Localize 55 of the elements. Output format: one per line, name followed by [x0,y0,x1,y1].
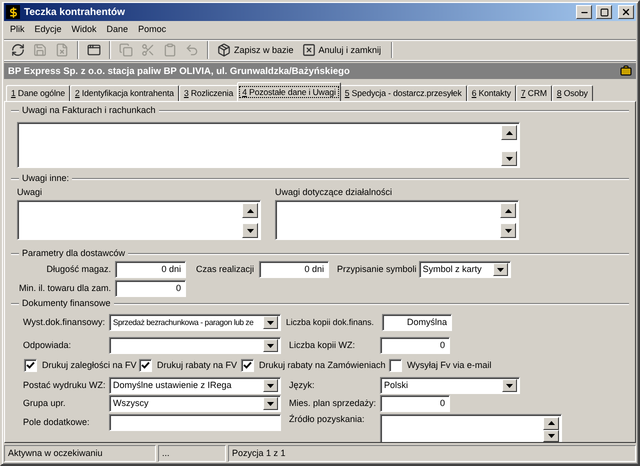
field-label: Uwagi [17,187,44,198]
input-field[interactable]: 0 dni [115,261,186,278]
checkbox-label: Drukuj rabaty na Zamówieniach [259,360,386,371]
dropdown[interactable]: Domyślne ustawienie z IRega [109,377,281,394]
input-field[interactable]: 0 [115,280,186,297]
field-label: Liczba kopii dok.finans. [286,317,375,328]
status-text: ... [158,445,226,462]
menu-item[interactable]: Widok [68,24,103,35]
group-title: Uwagi inne: [22,173,70,184]
field-label: Grupa upr. [23,398,67,409]
menu-item[interactable]: Dane [102,24,134,35]
tab[interactable]: 6 Kontakty [466,85,516,101]
window-title: Teczka kontrahentów [24,6,126,18]
status-text: Pozycja 1 z 1 [228,445,636,462]
field-label: Min. il. towaru dla zam. [18,283,111,294]
checkbox-label: Wysyłaj Fv via e-mail [407,360,492,371]
field-label: Długość magaz. [45,264,111,275]
field-label: Postać wydruku WZ: [23,380,107,391]
tab[interactable]: 7 CRM [516,85,552,101]
tab[interactable]: 1 Dane ogólne [6,85,70,101]
field-label: Pole dodatkowe: [23,417,91,428]
input-field[interactable]: 0 dni [259,261,330,278]
status-text: Aktywna w oczekiwaniu [4,445,156,462]
tab[interactable]: 5 Spedycja - dostarcz.przesyłek [340,85,467,101]
field-label: Przypisanie symboli [337,264,417,275]
field-label: Czas realizacji [196,264,254,275]
dropdown[interactable]: Wszyscy [109,395,281,412]
dropdown[interactable]: Sprzedaż bezrachunkowa - paragon lub ze [109,314,281,331]
field-label: Źródło pozyskania: [289,414,366,425]
checkbox-label: Drukuj rabaty na FV [157,360,238,371]
checkbox-label: Drukuj zaległości na FV [42,360,137,371]
group-title: Dokumenty finansowe [22,298,111,309]
menu-item[interactable]: Plik [6,24,31,35]
menu-item[interactable]: Pomoc [134,24,172,35]
group-title: Parametry dla dostawców [22,248,126,259]
toolbar-button[interactable]: Anuluj i zamknij [298,41,384,59]
input-field[interactable]: 0 [380,395,450,412]
field-label: Język: [289,380,316,391]
dropdown[interactable]: Symbol z karty [418,261,511,278]
tab[interactable]: 4 Pozostałe dane i Uwagi [237,82,341,101]
field-label: Wyst.dok.finansowy: [23,317,106,328]
field-label: Odpowiada: [23,340,72,351]
input-field[interactable]: Domyślna [382,314,452,331]
group-title: Uwagi na Fakturach i rachunkach [22,105,156,116]
field-label: Mies. plan sprzedaży: [289,398,378,409]
tab[interactable]: 8 Osoby [552,85,593,101]
dropdown[interactable]: Polski [380,377,520,394]
field-label: Uwagi dotyczące działalności [275,187,394,198]
menu-item[interactable]: Edycje [30,24,68,35]
field-label: Liczba kopii WZ: [289,340,356,351]
company-name: BP Express Sp. z o.o. stacja paliw BP OLIVIA, ul. Grunwaldzka/Bażyńskiego [8,66,350,76]
tab[interactable]: 2 Identyfikacja kontrahenta [70,85,179,101]
input-field[interactable]: 0 [380,337,450,354]
tab[interactable]: 3 Rozliczenia [178,85,238,101]
toolbar-button[interactable]: Zapisz w bazie [214,41,297,59]
